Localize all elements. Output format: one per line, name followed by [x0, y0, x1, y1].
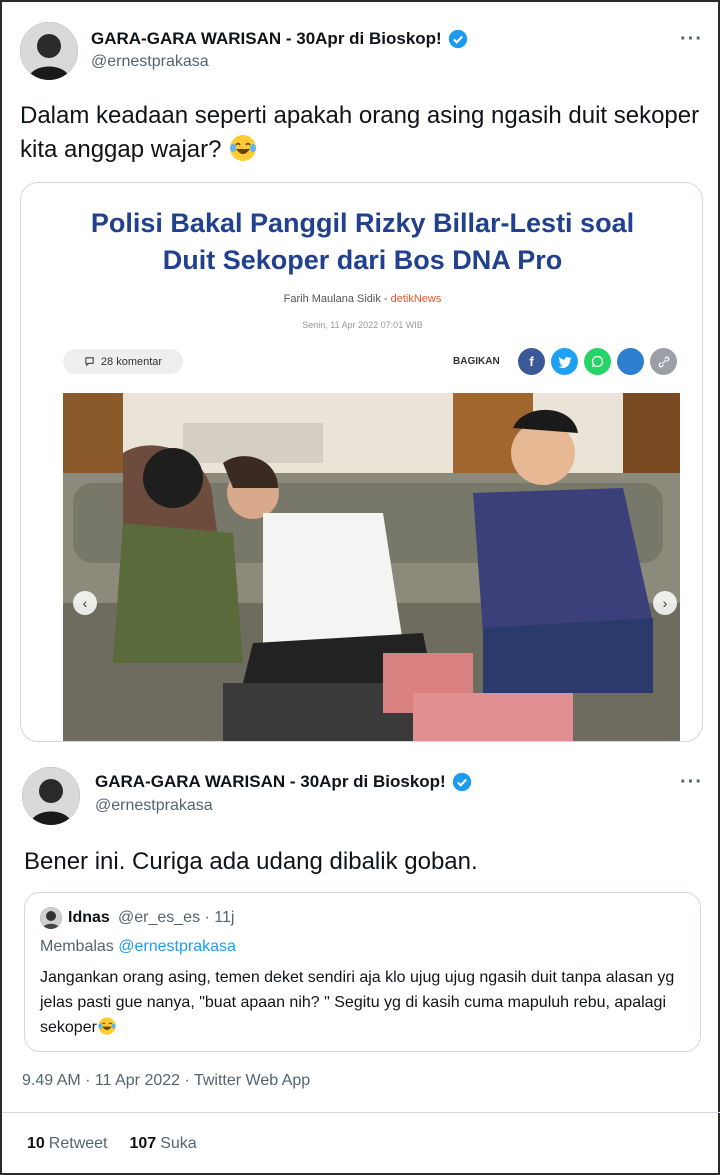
verified-badge-icon — [448, 29, 467, 49]
quote-avatar — [40, 907, 62, 929]
link-icon — [650, 348, 677, 375]
avatar[interactable] — [22, 767, 80, 825]
author-name[interactable]: GARA-GARA WARISAN - 30Apr di Bioskop! — [91, 29, 442, 49]
like-label: Suka — [160, 1135, 197, 1152]
comment-icon — [85, 357, 94, 367]
verified-badge-icon — [452, 772, 471, 792]
tweet-stats: 10 Retweet 107 Suka — [27, 1135, 197, 1153]
article-headline: Polisi Bakal Panggil Rizky Billar-Lesti … — [21, 205, 702, 279]
carousel-prev-icon: ‹ — [73, 591, 97, 615]
face-with-tears-of-joy-icon — [230, 135, 257, 161]
comments-button: 28 komentar — [63, 349, 183, 374]
like-stat[interactable]: 107 Suka — [130, 1135, 197, 1153]
avatar[interactable] — [20, 22, 78, 80]
tweet-text: Bener ini. Curiga ada udang dibalik goba… — [24, 848, 478, 875]
retweet-stat[interactable]: 10 Retweet — [27, 1135, 108, 1153]
quote-text: Jangankan orang asing, temen deket sendi… — [40, 965, 690, 1040]
retweet-label: Retweet — [48, 1135, 108, 1152]
author-name-row[interactable]: GARA-GARA WARISAN - 30Apr di Bioskop! — [91, 29, 468, 49]
retweet-count: 10 — [27, 1135, 45, 1152]
quote-body: Jangankan orang asing, temen deket sendi… — [40, 969, 675, 1036]
article-byline: Farih Maulana Sidik - detikNews — [283, 293, 442, 305]
share-other-icon — [617, 348, 644, 375]
carousel-next-icon: › — [653, 591, 677, 615]
quote-handle-time: @er_es_es · 11j — [118, 909, 235, 926]
like-count: 107 — [129, 1135, 157, 1152]
more-options-icon[interactable]: ··· — [680, 28, 703, 51]
face-with-tears-of-joy-icon — [98, 1017, 116, 1035]
article-source: detikNews — [390, 293, 442, 305]
tweet-body: Dalam keadaan seperti apakah orang asing… — [20, 102, 700, 163]
share-label: BAGIKAN — [453, 356, 500, 367]
author-name-row[interactable]: GARA-GARA WARISAN - 30Apr di Bioskop! — [95, 772, 472, 792]
article-author: Farih Maulana Sidik — [283, 293, 381, 305]
more-options-icon[interactable]: ··· — [680, 771, 703, 794]
screenshot-frame: GARA-GARA WARISAN - 30Apr di Bioskop! @e… — [0, 0, 720, 1175]
divider — [2, 1112, 720, 1113]
comments-count: 28 komentar — [100, 355, 163, 368]
article-date: Senin, 11 Apr 2022 07:01 WIB — [302, 320, 423, 330]
facebook-icon: f — [518, 348, 545, 375]
article-photo — [63, 393, 680, 741]
reply-to-handle[interactable]: @ernestprakasa — [118, 938, 236, 955]
quoted-tweet[interactable]: Idnas @er_es_es · 11j Membalas @ernestpr… — [24, 892, 701, 1052]
headline-line-1: Polisi Bakal Panggil Rizky Billar-Lesti … — [90, 208, 635, 238]
author-name[interactable]: GARA-GARA WARISAN - 30Apr di Bioskop! — [95, 772, 446, 792]
article-card[interactable]: Polisi Bakal Panggil Rizky Billar-Lesti … — [20, 182, 703, 742]
whatsapp-icon — [584, 348, 611, 375]
tweet-text: Dalam keadaan seperti apakah orang asing… — [20, 99, 710, 167]
tweet-timestamp[interactable]: 9.49 AM · 11 Apr 2022 · Twitter Web App — [22, 1072, 310, 1090]
headline-line-2: Duit Sekoper dari Bos DNA Pro — [162, 245, 563, 275]
quote-reply-line: Membalas @ernestprakasa — [40, 938, 236, 955]
twitter-icon — [551, 348, 578, 375]
author-handle[interactable]: @ernestprakasa — [91, 53, 209, 71]
quote-author-name: Idnas — [68, 909, 110, 926]
author-handle[interactable]: @ernestprakasa — [95, 797, 213, 815]
